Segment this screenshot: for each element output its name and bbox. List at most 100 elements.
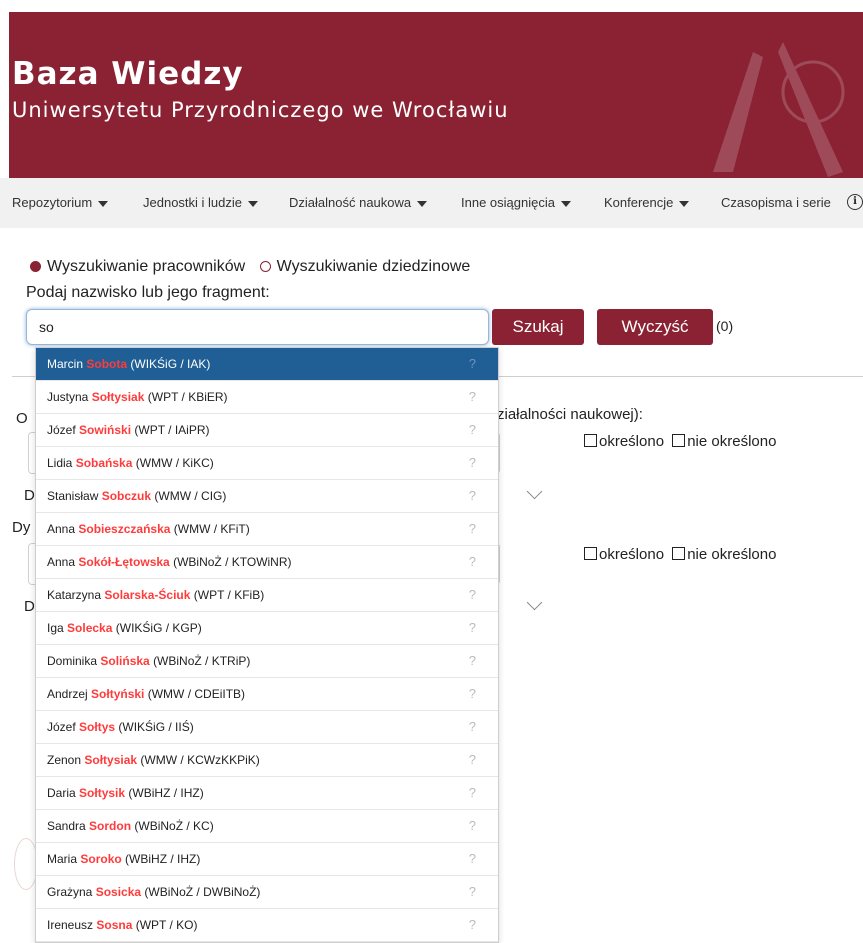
- checkbox-defined-2[interactable]: określono: [584, 546, 664, 563]
- suggestion-unit: (WBiNoŻ / KC): [134, 819, 214, 833]
- help-icon[interactable]: ?: [469, 513, 476, 545]
- help-icon[interactable]: ?: [469, 612, 476, 644]
- suggestion-item[interactable]: Ireneusz Sosna (WPT / KO)?: [36, 909, 498, 942]
- checkbox-undefined-2[interactable]: nie określono: [672, 546, 776, 563]
- suggestion-item[interactable]: Marcin Sobota (WIKŚiG / IAK)?: [36, 348, 498, 381]
- nav-item-inne[interactable]: Inne osiągnięcia: [461, 195, 571, 210]
- checkbox-undefined-1[interactable]: nie określono: [672, 433, 776, 450]
- suggestion-first-name: Stanisław: [47, 489, 99, 503]
- checkbox-icon: [584, 434, 597, 448]
- help-icon[interactable]: ?: [469, 810, 476, 842]
- suggestion-last-name: Sokół-Łętowska: [78, 555, 170, 569]
- help-icon[interactable]: ?: [469, 414, 476, 446]
- suggestion-unit: (WBiNoŻ / KTRiP): [153, 654, 251, 668]
- main-nav: Repozytorium Jednostki i ludzie Działaln…: [0, 178, 863, 228]
- suggestion-item[interactable]: Stanisław Sobczuk (WMW / CIG)?: [36, 480, 498, 513]
- help-icon[interactable]: ?: [469, 711, 476, 743]
- suggestion-first-name: Dominika: [47, 654, 98, 668]
- caret-down-icon: [98, 200, 109, 207]
- suggestion-first-name: Lidia: [47, 456, 73, 470]
- suggestion-item[interactable]: Anna Sokół-Łętowska (WBiNoŻ / KTOWiNR)?: [36, 546, 498, 579]
- nav-item-dzialalnosc[interactable]: Działalność naukowa: [289, 195, 428, 210]
- suggestion-last-name: Sołtyński: [91, 687, 145, 701]
- suggestion-last-name: Sobańska: [75, 456, 133, 470]
- checkbox-defined-1[interactable]: określono: [584, 433, 664, 450]
- suggestion-unit: (WMW / KCWzKKPiK): [140, 753, 260, 767]
- help-icon[interactable]: ?: [469, 909, 476, 941]
- suggestion-unit: (WMW / CDEiITB): [147, 687, 246, 701]
- suggestion-last-name: Sobczuk: [101, 489, 152, 503]
- help-icon[interactable]: ?: [469, 645, 476, 677]
- nav-item-czasopisma[interactable]: Czasopisma i serie: [721, 195, 831, 210]
- help-icon[interactable]: ?: [469, 876, 476, 908]
- suggestion-item[interactable]: Andrzej Sołtyński (WMW / CDEiITB)?: [36, 678, 498, 711]
- help-icon[interactable]: ?: [469, 447, 476, 479]
- nav-item-konferencje[interactable]: Konferencje: [604, 195, 690, 210]
- suggestion-first-name: Katarzyna: [47, 588, 102, 602]
- help-icon[interactable]: ?: [469, 744, 476, 776]
- help-icon[interactable]: ?: [469, 381, 476, 413]
- suggestion-unit: (WBiHZ / IHZ): [128, 786, 204, 800]
- caret-down-icon: [679, 200, 690, 207]
- checkbox-icon: [672, 547, 686, 561]
- suggestion-first-name: Justyna: [47, 390, 89, 404]
- suggestion-unit: (WIKŚiG / IIŚ): [118, 720, 194, 734]
- suggestion-last-name: Sosicka: [95, 885, 142, 899]
- search-prompt: Podaj nazwisko lub jego fragment:: [26, 284, 270, 301]
- suggestion-first-name: Ireneusz: [47, 918, 94, 932]
- help-icon[interactable]: ?: [469, 678, 476, 710]
- suggestion-item[interactable]: Sandra Sordon (WBiNoŻ / KC)?: [36, 810, 498, 843]
- suggestion-last-name: Solińska: [100, 654, 150, 668]
- search-input[interactable]: so: [26, 309, 489, 345]
- suggestion-item[interactable]: Maria Soroko (WBiHZ / IHZ)?: [36, 843, 498, 876]
- suggestion-first-name: Anna: [47, 555, 76, 569]
- chevron-down-icon[interactable]: [526, 483, 543, 500]
- suggestion-item[interactable]: Dominika Solińska (WBiNoŻ / KTRiP)?: [36, 645, 498, 678]
- radio-employees[interactable]: Wyszukiwanie pracowników: [30, 258, 245, 275]
- clear-button[interactable]: Wyczyść: [597, 309, 713, 345]
- suggestion-item[interactable]: Grażyna Sosicka (WBiNoŻ / DWBiNoŻ)?: [36, 876, 498, 909]
- search-button[interactable]: Szukaj: [492, 309, 584, 345]
- suggestion-last-name: Sobota: [86, 357, 128, 371]
- help-icon[interactable]: ?: [469, 348, 476, 380]
- suggestion-unit: (WPT / KBiER): [147, 390, 228, 404]
- help-icon[interactable]: ?: [469, 546, 476, 578]
- site-title: Baza Wiedzy: [12, 56, 244, 92]
- suggestion-item[interactable]: Józef Sołtys (WIKŚiG / IIŚ)?: [36, 711, 498, 744]
- suggestion-last-name: Soroko: [80, 852, 122, 866]
- label-fragment-d1: D: [24, 487, 35, 504]
- suggestion-unit: (WMW / CIG): [154, 489, 227, 503]
- banner-decoration: [713, 42, 845, 177]
- suggestion-item[interactable]: Anna Sobieszczańska (WMW / KFiT)?: [36, 513, 498, 546]
- help-icon[interactable]: ?: [469, 843, 476, 875]
- help-icon[interactable]: ?: [469, 480, 476, 512]
- info-icon[interactable]: i: [847, 194, 863, 210]
- help-icon[interactable]: ?: [469, 777, 476, 809]
- label-fragment-o: O: [16, 410, 28, 427]
- radio-fields[interactable]: Wyszukiwanie dziedzinowe: [250, 258, 470, 275]
- checkbox-group-2: określono nie określono: [584, 546, 776, 563]
- suggestion-item[interactable]: Justyna Sołtysiak (WPT / KBiER)?: [36, 381, 498, 414]
- suggestion-item[interactable]: Katarzyna Solarska-Ściuk (WPT / KFiB)?: [36, 579, 498, 612]
- checkbox-icon: [584, 547, 597, 561]
- suggestion-unit: (WBiHZ / IHZ): [125, 852, 201, 866]
- suggestion-item[interactable]: Zenon Sołtysiak (WMW / KCWzKKPiK)?: [36, 744, 498, 777]
- suggestion-item[interactable]: Józef Sowiński (WPT / IAiPR)?: [36, 414, 498, 447]
- help-icon[interactable]: ?: [469, 579, 476, 611]
- nav-item-jednostki[interactable]: Jednostki i ludzie: [143, 195, 258, 210]
- site-banner: Baza Wiedzy Uniwersytetu Przyrodniczego …: [9, 12, 863, 178]
- suggestion-first-name: Zenon: [47, 753, 82, 767]
- suggestion-last-name: Sołtys: [79, 720, 116, 734]
- suggestion-item[interactable]: Daria Sołtysik (WBiHZ / IHZ)?: [36, 777, 498, 810]
- suggestion-first-name: Sandra: [47, 819, 86, 833]
- suggestion-item[interactable]: Lidia Sobańska (WMW / KiKC)?: [36, 447, 498, 480]
- nav-item-repozytorium[interactable]: Repozytorium: [12, 195, 109, 210]
- suggestion-last-name: Sordon: [89, 819, 132, 833]
- suggestion-item[interactable]: Iga Solecka (WIKŚiG / KGP)?: [36, 612, 498, 645]
- search-mode-group: Wyszukiwanie pracowników Wyszukiwanie dz…: [30, 258, 470, 276]
- suggestion-last-name: Solecka: [67, 621, 113, 635]
- label-fragment-activity: ziałalności naukowej):: [497, 406, 643, 423]
- suggestion-first-name: Anna: [47, 522, 76, 536]
- radio-unselected-icon: [259, 261, 271, 273]
- chevron-down-icon[interactable]: [526, 594, 543, 611]
